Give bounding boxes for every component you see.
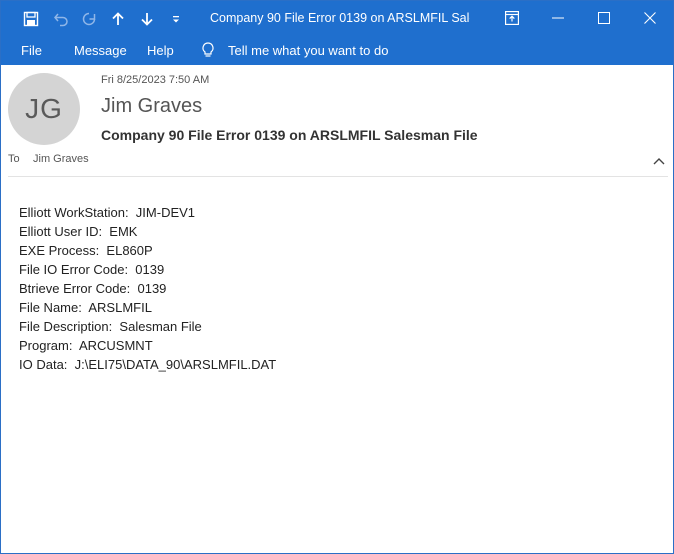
body-line: Btrieve Error Code: 0139 — [19, 281, 167, 296]
close-button[interactable] — [627, 1, 673, 35]
dropdown-more-icon — [173, 16, 179, 23]
body-line: File IO Error Code: 0139 — [19, 262, 165, 277]
next-item-button[interactable] — [135, 7, 159, 31]
window-title: Company 90 File Error 0139 on ARSLMFIL S… — [210, 11, 470, 25]
save-button[interactable] — [19, 7, 43, 31]
menu-help[interactable]: Help — [147, 43, 174, 58]
body-line: IO Data: J:\ELI75\DATA_90\ARSLMFIL.DAT — [19, 357, 277, 372]
body-line: EXE Process: EL860P — [19, 243, 153, 258]
arrow-down-icon — [141, 13, 153, 26]
menu-message[interactable]: Message — [74, 43, 127, 58]
message-body: Elliott WorkStation: JIM-DEV1 Elliott Us… — [19, 203, 276, 374]
body-line: File Description: Salesman File — [19, 319, 202, 334]
sender-name[interactable]: Jim Graves — [101, 95, 202, 118]
close-icon — [644, 12, 656, 24]
lightbulb-icon — [202, 42, 214, 57]
email-window: Company 90 File Error 0139 on ARSLMFIL S… — [0, 0, 674, 554]
tell-me-search[interactable]: Tell me what you want to do — [228, 43, 388, 58]
sent-date: Fri 8/25/2023 7:50 AM — [101, 74, 210, 86]
redo-button[interactable] — [77, 7, 101, 31]
body-line: Program: ARCUSMNT — [19, 338, 153, 353]
menu-bar: File Message Help Tell me what you want … — [1, 37, 673, 65]
title-bar: Company 90 File Error 0139 on ARSLMFIL S… — [1, 1, 673, 37]
ribbon-display-icon — [505, 11, 519, 25]
customize-toolbar-button[interactable] — [164, 7, 188, 31]
minimize-button[interactable] — [535, 1, 581, 35]
recipient-name[interactable]: Jim Graves — [33, 153, 89, 165]
maximize-icon — [598, 12, 610, 24]
maximize-button[interactable] — [581, 1, 627, 35]
arrow-up-icon — [112, 12, 124, 25]
undo-icon — [54, 13, 68, 27]
to-label: To — [8, 153, 20, 165]
save-icon — [23, 11, 39, 27]
body-line: Elliott User ID: EMK — [19, 224, 138, 239]
redo-icon — [82, 12, 96, 26]
menu-file[interactable]: File — [21, 43, 42, 58]
avatar[interactable]: JG — [8, 73, 80, 145]
previous-item-button[interactable] — [106, 7, 130, 31]
avatar-initials: JG — [25, 93, 63, 124]
message-subject: Company 90 File Error 0139 on ARSLMFIL S… — [101, 127, 478, 143]
undo-button[interactable] — [49, 7, 73, 31]
message-header: JG Fri 8/25/2023 7:50 AM Jim Graves Comp… — [1, 65, 673, 177]
header-divider — [8, 176, 668, 177]
restore-ribbon-button[interactable] — [489, 1, 535, 35]
minimize-icon — [552, 17, 564, 19]
body-line: Elliott WorkStation: JIM-DEV1 — [19, 205, 196, 220]
collapse-header-icon[interactable] — [652, 156, 666, 166]
body-line: File Name: ARSLMFIL — [19, 300, 152, 315]
